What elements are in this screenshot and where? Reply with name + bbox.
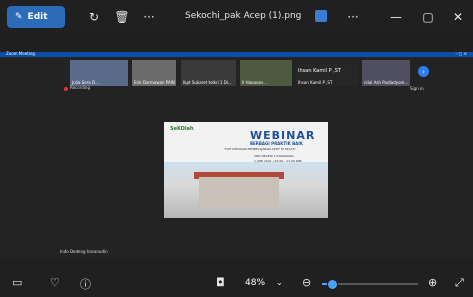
- recording-icon: [64, 87, 68, 91]
- expand-icon[interactable]: ⤢: [455, 276, 464, 290]
- slide-logo: SeKOlah: [170, 126, 194, 132]
- maximize-button[interactable]: ▢: [420, 9, 436, 25]
- recording-label: Recording: [70, 85, 91, 90]
- participant-tile: Erik Darmawan PAIN: [132, 60, 176, 86]
- more-icon[interactable]: ···: [141, 9, 157, 25]
- slide-line: 1 JUNI 2021 | 10.00 - 11.00 WIB: [254, 159, 302, 163]
- zoom-window-controls: – ▢ ✕: [455, 51, 467, 56]
- trash-icon[interactable]: 🗑: [114, 9, 130, 25]
- edit-icon: ✎: [15, 12, 23, 22]
- heart-icon[interactable]: ♡: [50, 276, 60, 289]
- more-icon-2[interactable]: ···: [345, 9, 361, 25]
- slide-line: SMK NEGERI 1 KARAWANG: [254, 154, 294, 158]
- info-icon[interactable]: ⓘ: [80, 276, 91, 292]
- participant-tile: Ikpt Sukaret telkri 1 Di...: [181, 60, 236, 86]
- participant-tile: Ihsan Kamil P ,ST Ihsan Kamil P ,ST: [296, 60, 358, 86]
- participant-tile: Julia Sera D...: [70, 60, 128, 86]
- slide-subtitle: BERBAGI PRAKTIK BAIK: [250, 141, 303, 146]
- rotate-icon[interactable]: ↻: [86, 9, 102, 25]
- participant-tile: nilal Ash Pudladyom...: [362, 60, 410, 86]
- filmstrip-icon[interactable]: ▭: [12, 276, 22, 289]
- active-speaker-label: Indo Dedeng hasanudin: [60, 249, 108, 254]
- participant-tile: Il Hanasan...: [240, 60, 292, 86]
- file-title: Sekochi_pak Acep (1).png: [185, 11, 302, 21]
- zoom-app-label: Zoom Meeting: [6, 51, 35, 56]
- fit-icon[interactable]: ◘: [216, 276, 225, 289]
- zoom-slider-knob[interactable]: [326, 279, 338, 290]
- zoom-out-icon[interactable]: ⊖: [302, 276, 311, 289]
- building: [199, 177, 279, 207]
- bottom-toolbar: ▭ ♡ ⓘ ◘ 48% ⌄ ⊖ ⊕ ⤢: [0, 267, 473, 297]
- edit-label: Edit: [27, 12, 48, 22]
- participant-strip: Julia Sera D... Erik Darmawan PAIN Ikpt …: [70, 60, 415, 88]
- next-page-icon[interactable]: ›: [418, 66, 429, 77]
- zoom-titlebar: Zoom Meeting – ▢ ✕: [0, 51, 473, 57]
- edit-button[interactable]: ✎ Edit: [7, 6, 65, 28]
- minimize-button[interactable]: —: [388, 9, 404, 25]
- close-button[interactable]: ✕: [450, 9, 466, 25]
- slide-line: "IVM CIPTAKAN PEMBELAJARAN AKTIF DI KELA…: [224, 147, 296, 151]
- signin-label: Sign in: [410, 86, 424, 91]
- chevron-down-icon[interactable]: ⌄: [276, 278, 283, 287]
- shared-slide: SeKOlah WEBINAR BERBAGI PRAKTIK BAIK "IV…: [164, 122, 328, 218]
- image-edit-icon[interactable]: [315, 10, 327, 22]
- zoom-percentage[interactable]: 48%: [245, 278, 265, 288]
- top-toolbar: ✎ Edit ↻ 🗑 ··· Sekochi_pak Acep (1).png …: [0, 0, 473, 34]
- zoom-in-icon[interactable]: ⊕: [428, 276, 437, 289]
